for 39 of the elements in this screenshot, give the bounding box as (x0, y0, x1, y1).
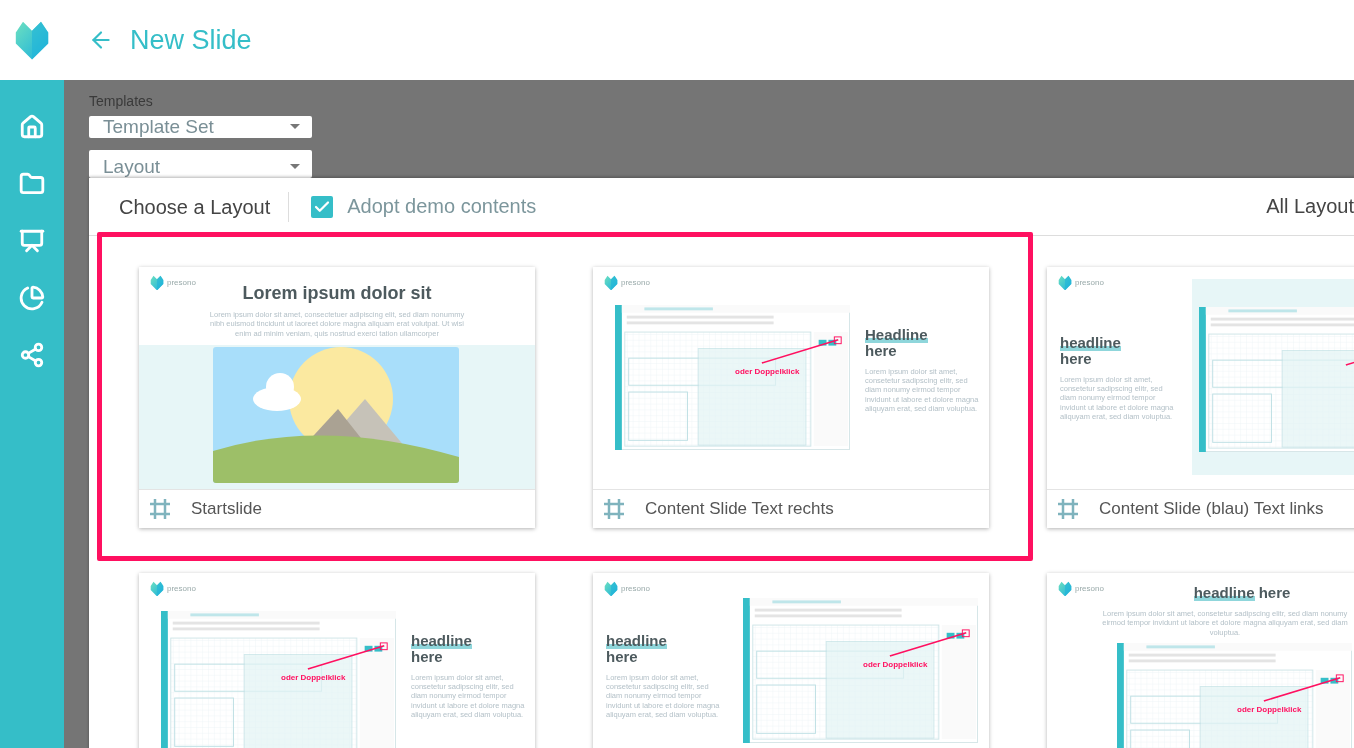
hint-label: oder Doppelklick (735, 367, 800, 376)
filter-dropdown[interactable]: All Layout (1266, 195, 1354, 218)
share-icon[interactable] (19, 342, 45, 368)
logo-text: presono (1075, 584, 1104, 594)
home-icon[interactable] (19, 114, 45, 140)
grid-icon (603, 498, 625, 520)
logo-icon (604, 581, 618, 597)
slide-title: Lorem ipsum dolor sit (241, 283, 433, 304)
logo-text: presono (167, 278, 196, 288)
logo-icon (604, 275, 618, 291)
caret-icon (290, 124, 300, 130)
layout-name: Startslide (191, 499, 262, 519)
layout-card[interactable] (139, 267, 535, 528)
hint-label: oder Doppelklick (1237, 705, 1302, 714)
logo-icon (150, 275, 164, 291)
checkbox[interactable] (311, 195, 334, 218)
caret-icon (290, 164, 300, 170)
hint-label: oder Doppelklick (863, 660, 928, 669)
folder-icon[interactable] (19, 171, 45, 197)
page-title: New Slide (130, 24, 252, 56)
presentation-icon[interactable] (19, 228, 45, 254)
layout-card[interactable] (1047, 267, 1354, 528)
templates-label: Templates (89, 93, 154, 109)
grid-icon (1057, 498, 1079, 520)
layout-name: Content Slide (blau) Text links (1099, 499, 1324, 519)
logo-text: presono (167, 584, 196, 594)
grid-icon (149, 498, 171, 520)
pie-chart-icon[interactable] (19, 285, 45, 311)
layout-name: Content Slide Text rechts (645, 499, 834, 519)
logo-icon (14, 20, 50, 60)
hint-label: oder Doppelklick (281, 673, 346, 682)
logo-text: presono (1075, 278, 1104, 288)
logo-icon (150, 581, 164, 597)
panel-title: Choose a Layout (119, 191, 290, 222)
logo-icon (1058, 581, 1072, 597)
logo-icon (1058, 275, 1072, 291)
logo-text: presono (621, 584, 650, 594)
logo-text: presono (621, 278, 650, 288)
layout-card[interactable] (593, 267, 989, 528)
